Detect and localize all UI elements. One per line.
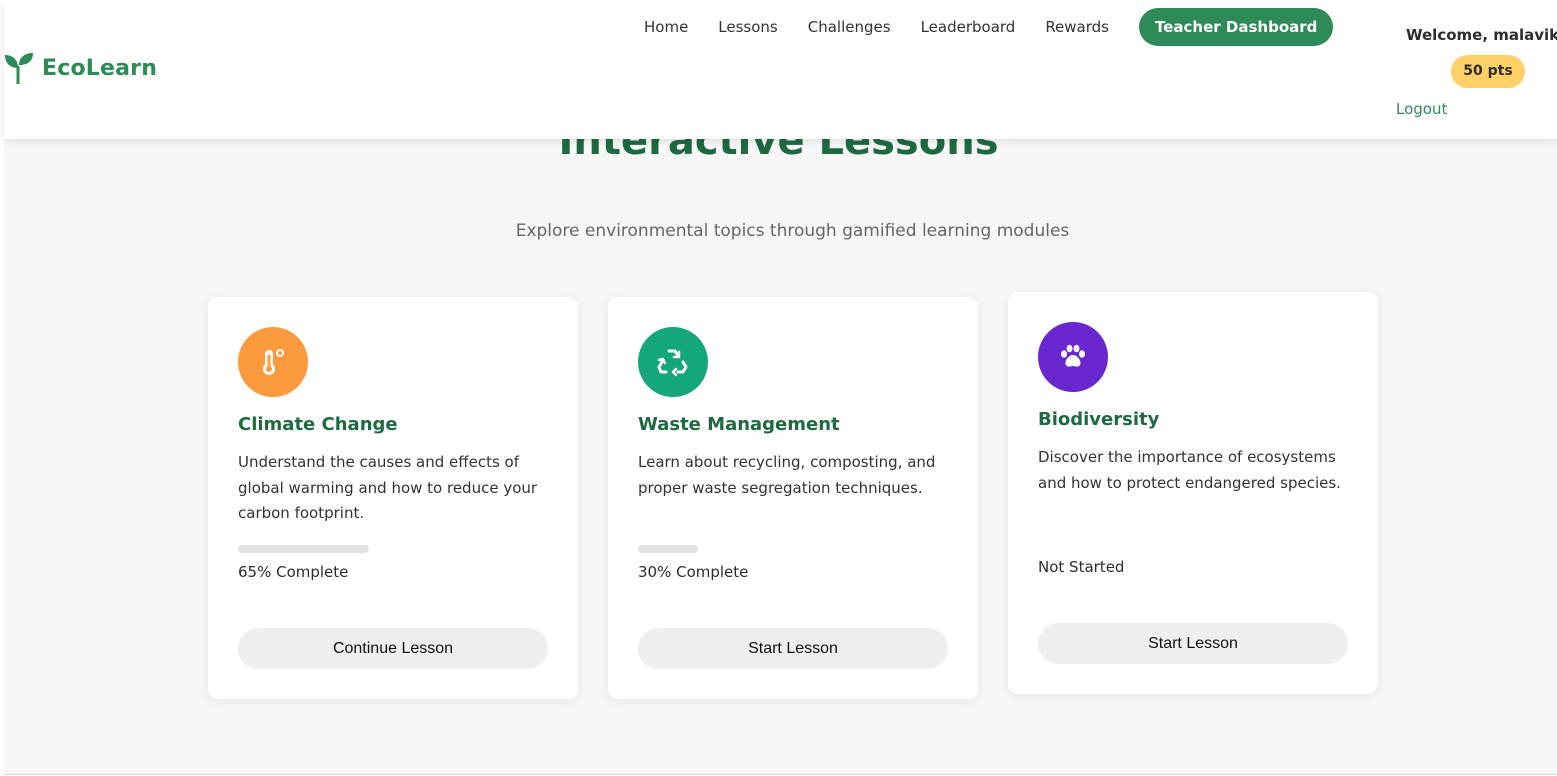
nav-leaderboard[interactable]: Leaderboard bbox=[921, 8, 1016, 46]
start-lesson-button[interactable]: Start Lesson bbox=[1038, 623, 1348, 664]
lesson-status: 30% Complete bbox=[638, 563, 749, 581]
nav-rewards[interactable]: Rewards bbox=[1045, 8, 1109, 46]
nav-lessons[interactable]: Lessons bbox=[718, 8, 777, 46]
points-badge: 50 pts bbox=[1451, 55, 1525, 88]
lesson-title: Climate Change bbox=[238, 414, 398, 435]
main-nav: Home Lessons Challenges Leaderboard Rewa… bbox=[644, 8, 1334, 46]
lesson-progress-fill bbox=[638, 545, 699, 553]
lesson-progress-fill bbox=[238, 545, 369, 553]
lesson-description: Discover the importance of ecosystems an… bbox=[1038, 448, 1341, 492]
paw-icon bbox=[1061, 344, 1085, 367]
site-header: EcoLearn Home Lessons Challenges Leaderb… bbox=[4, 0, 1557, 139]
lesson-card-climate-change: Climate Change Understand the causes and… bbox=[208, 297, 578, 699]
lesson-card-waste-management: Waste Management Learn about recycling, … bbox=[608, 297, 978, 699]
sprout-icon bbox=[5, 53, 33, 84]
start-lesson-button[interactable]: Start Lesson bbox=[638, 628, 948, 669]
nav-challenges[interactable]: Challenges bbox=[808, 8, 891, 46]
thermometer-icon bbox=[263, 349, 284, 375]
brand-logo[interactable]: EcoLearn bbox=[4, 52, 157, 84]
lesson-title: Waste Management bbox=[638, 414, 840, 435]
lesson-title: Biodiversity bbox=[1038, 409, 1160, 430]
lesson-progress-bar bbox=[638, 545, 839, 553]
teacher-dashboard-button[interactable]: Teacher Dashboard bbox=[1139, 8, 1334, 46]
recycle-icon bbox=[657, 349, 688, 377]
logout-link[interactable]: Logout bbox=[1396, 100, 1447, 118]
lesson-description: Understand the causes and effects of glo… bbox=[238, 453, 538, 522]
lesson-progress-bar bbox=[238, 545, 439, 553]
lesson-card-biodiversity: Biodiversity Discover the importance of … bbox=[1008, 292, 1378, 694]
lesson-description: Learn about recycling, composting, and p… bbox=[638, 453, 936, 497]
lesson-status: Not Started bbox=[1038, 558, 1125, 576]
lesson-icon-badge bbox=[638, 327, 708, 397]
lesson-status: 65% Complete bbox=[238, 563, 349, 581]
page-subtitle: Explore environmental topics through gam… bbox=[515, 221, 1070, 241]
lesson-icon-badge bbox=[238, 327, 308, 397]
brand-name: EcoLearn bbox=[42, 55, 158, 81]
lesson-icon-badge bbox=[1038, 322, 1108, 392]
welcome-text: Welcome, malavik bbox=[1406, 26, 1557, 44]
continue-lesson-button[interactable]: Continue Lesson bbox=[238, 628, 548, 669]
nav-home[interactable]: Home bbox=[644, 8, 688, 46]
